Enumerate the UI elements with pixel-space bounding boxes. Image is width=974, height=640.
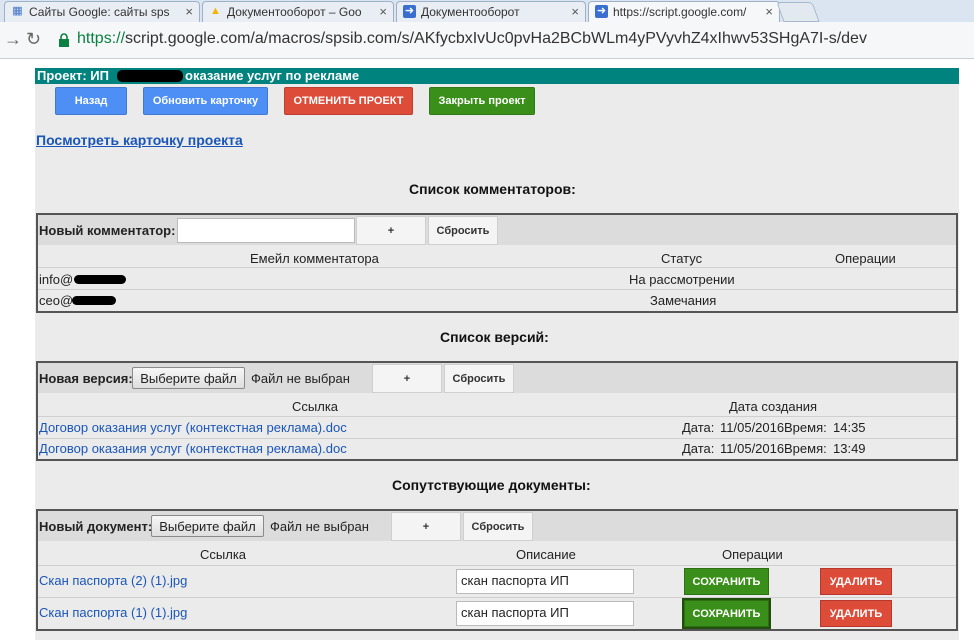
column-header-status: Статус	[661, 251, 703, 266]
column-header-operations: Операции	[835, 251, 896, 266]
row-divider	[38, 267, 956, 268]
tab-title: Документооборот	[421, 5, 520, 19]
refresh-card-button[interactable]: Обновить карточку	[143, 87, 268, 115]
lock-icon	[59, 33, 69, 47]
url-text: script.google.com/a/macros/spsib.com/s/A…	[125, 30, 867, 47]
redaction-mark	[117, 70, 183, 82]
reload-icon[interactable]: ↻	[26, 29, 41, 50]
forward-icon[interactable]: →	[4, 29, 22, 50]
version-file-link[interactable]: Договор оказания услуг (контекстная рекл…	[39, 420, 347, 435]
column-header-link: Ссылка	[292, 399, 339, 414]
add-commenter-button[interactable]: +	[356, 216, 426, 245]
new-version-label: Новая версия:	[39, 371, 133, 386]
new-commenter-label: Новый комментатор:	[39, 223, 176, 238]
commenters-table: Новый комментатор: + Сбросить Емейл комм…	[36, 213, 958, 313]
sites-icon: ▦	[12, 5, 23, 17]
version-time: 13:49	[833, 441, 866, 456]
view-project-card-link[interactable]: Посмотреть карточку проекта	[36, 132, 243, 148]
commenter-status: На рассмотрении	[629, 272, 735, 287]
project-title-prefix: Проект: ИП	[37, 68, 109, 83]
row-divider	[38, 438, 956, 439]
commenter-email: ceo@	[39, 293, 74, 308]
reset-version-button[interactable]: Сбросить	[444, 364, 514, 393]
close-tab-icon[interactable]: ×	[185, 4, 193, 19]
browser-tab-docflow[interactable]: ➜ Документооборот ×	[396, 1, 586, 22]
version-file-link[interactable]: Договор оказания услуг (контекстная рекл…	[39, 441, 347, 456]
row-divider	[38, 597, 956, 598]
tab-strip: ▦ Сайты Google: сайты sps × ▲ Документоо…	[0, 0, 974, 22]
save-document-button[interactable]: СОХРАНИТЬ	[684, 568, 769, 595]
browser-tab-script-active[interactable]: ➜ https://script.google.com/ ×	[588, 1, 780, 22]
reset-commenter-button[interactable]: Сбросить	[428, 216, 498, 245]
new-tab-button[interactable]	[776, 2, 820, 22]
browser-tab-google-sites[interactable]: ▦ Сайты Google: сайты sps ×	[4, 1, 200, 22]
project-title-suffix: оказание услуг по рекламе	[185, 68, 360, 83]
close-tab-icon[interactable]: ×	[765, 4, 773, 19]
row-divider	[38, 416, 956, 417]
row-divider	[38, 565, 956, 566]
redaction-mark	[74, 275, 126, 284]
no-file-selected-text: Файл не выбран	[270, 519, 369, 534]
column-header-link: Ссылка	[200, 547, 247, 562]
url-scheme: https://	[77, 30, 126, 47]
close-tab-icon[interactable]: ×	[571, 4, 579, 19]
arrow-icon: ➜	[595, 5, 608, 18]
close-project-button[interactable]: Закрыть проект	[429, 87, 535, 115]
no-file-selected-text: Файл не выбран	[251, 371, 350, 386]
versions-heading: Список версий:	[440, 329, 549, 345]
document-description-input[interactable]: скан паспорта ИП	[456, 569, 634, 594]
address-bar-row: → ↻ https://script.google.com/a/macros/s…	[0, 22, 974, 59]
version-date: 11/05/2016	[720, 420, 785, 435]
close-tab-icon[interactable]: ×	[379, 4, 387, 19]
cancel-project-button[interactable]: ОТМЕНИТЬ ПРОЕКТ	[284, 87, 413, 115]
document-description-input[interactable]: скан паспорта ИП	[456, 601, 634, 626]
version-date-label: Дата:	[682, 441, 715, 456]
back-button[interactable]: Назад	[55, 87, 127, 115]
version-date: 11/05/2016	[720, 441, 785, 456]
new-document-label: Новый документ:	[39, 519, 153, 534]
delete-document-button[interactable]: УДАЛИТЬ	[820, 600, 892, 627]
version-time-label: Время:	[784, 420, 827, 435]
tab-title: https://script.google.com/	[613, 5, 747, 19]
column-header-email: Емейл комментатора	[250, 251, 379, 266]
documents-heading: Сопутствующие документы:	[392, 477, 591, 493]
column-header-operations: Операции	[722, 547, 783, 562]
commenters-heading: Список комментаторов:	[409, 181, 576, 197]
add-version-button[interactable]: +	[372, 364, 442, 393]
version-date-label: Дата:	[682, 420, 715, 435]
new-commenter-input[interactable]	[177, 218, 355, 243]
tab-title: Документооборот – Goo	[227, 5, 362, 19]
save-document-button[interactable]: СОХРАНИТЬ	[682, 598, 771, 629]
url-field[interactable]: https://script.google.com/a/macros/spsib…	[77, 30, 867, 48]
version-time: 14:35	[833, 420, 866, 435]
choose-document-file-button[interactable]: Выберите файл	[151, 515, 264, 537]
drive-icon: ▲	[210, 5, 221, 17]
redaction-mark	[72, 296, 116, 305]
versions-table: Новая версия: Выберите файл Файл не выбр…	[36, 361, 958, 461]
commenter-status: Замечания	[650, 293, 717, 308]
version-time-label: Время:	[784, 441, 827, 456]
arrow-icon: ➜	[403, 5, 416, 18]
document-file-link[interactable]: Скан паспорта (2) (1).jpg	[39, 573, 187, 588]
delete-document-button[interactable]: УДАЛИТЬ	[820, 568, 892, 595]
column-header-description: Описание	[516, 547, 576, 562]
row-divider	[38, 289, 956, 290]
add-document-button[interactable]: +	[391, 512, 461, 541]
document-file-link[interactable]: Скан паспорта (1) (1).jpg	[39, 605, 187, 620]
reset-document-button[interactable]: Сбросить	[463, 512, 533, 541]
documents-table: Новый документ: Выберите файл Файл не вы…	[36, 509, 958, 631]
tab-title: Сайты Google: сайты sps	[29, 5, 170, 19]
project-title-bar: Проект: ИП оказание услуг по рекламе	[35, 68, 959, 84]
browser-tab-docflow-drive[interactable]: ▲ Документооборот – Goo ×	[202, 1, 394, 22]
commenter-email: info@	[39, 272, 74, 287]
choose-version-file-button[interactable]: Выберите файл	[132, 367, 245, 389]
column-header-created: Дата создания	[729, 399, 818, 414]
